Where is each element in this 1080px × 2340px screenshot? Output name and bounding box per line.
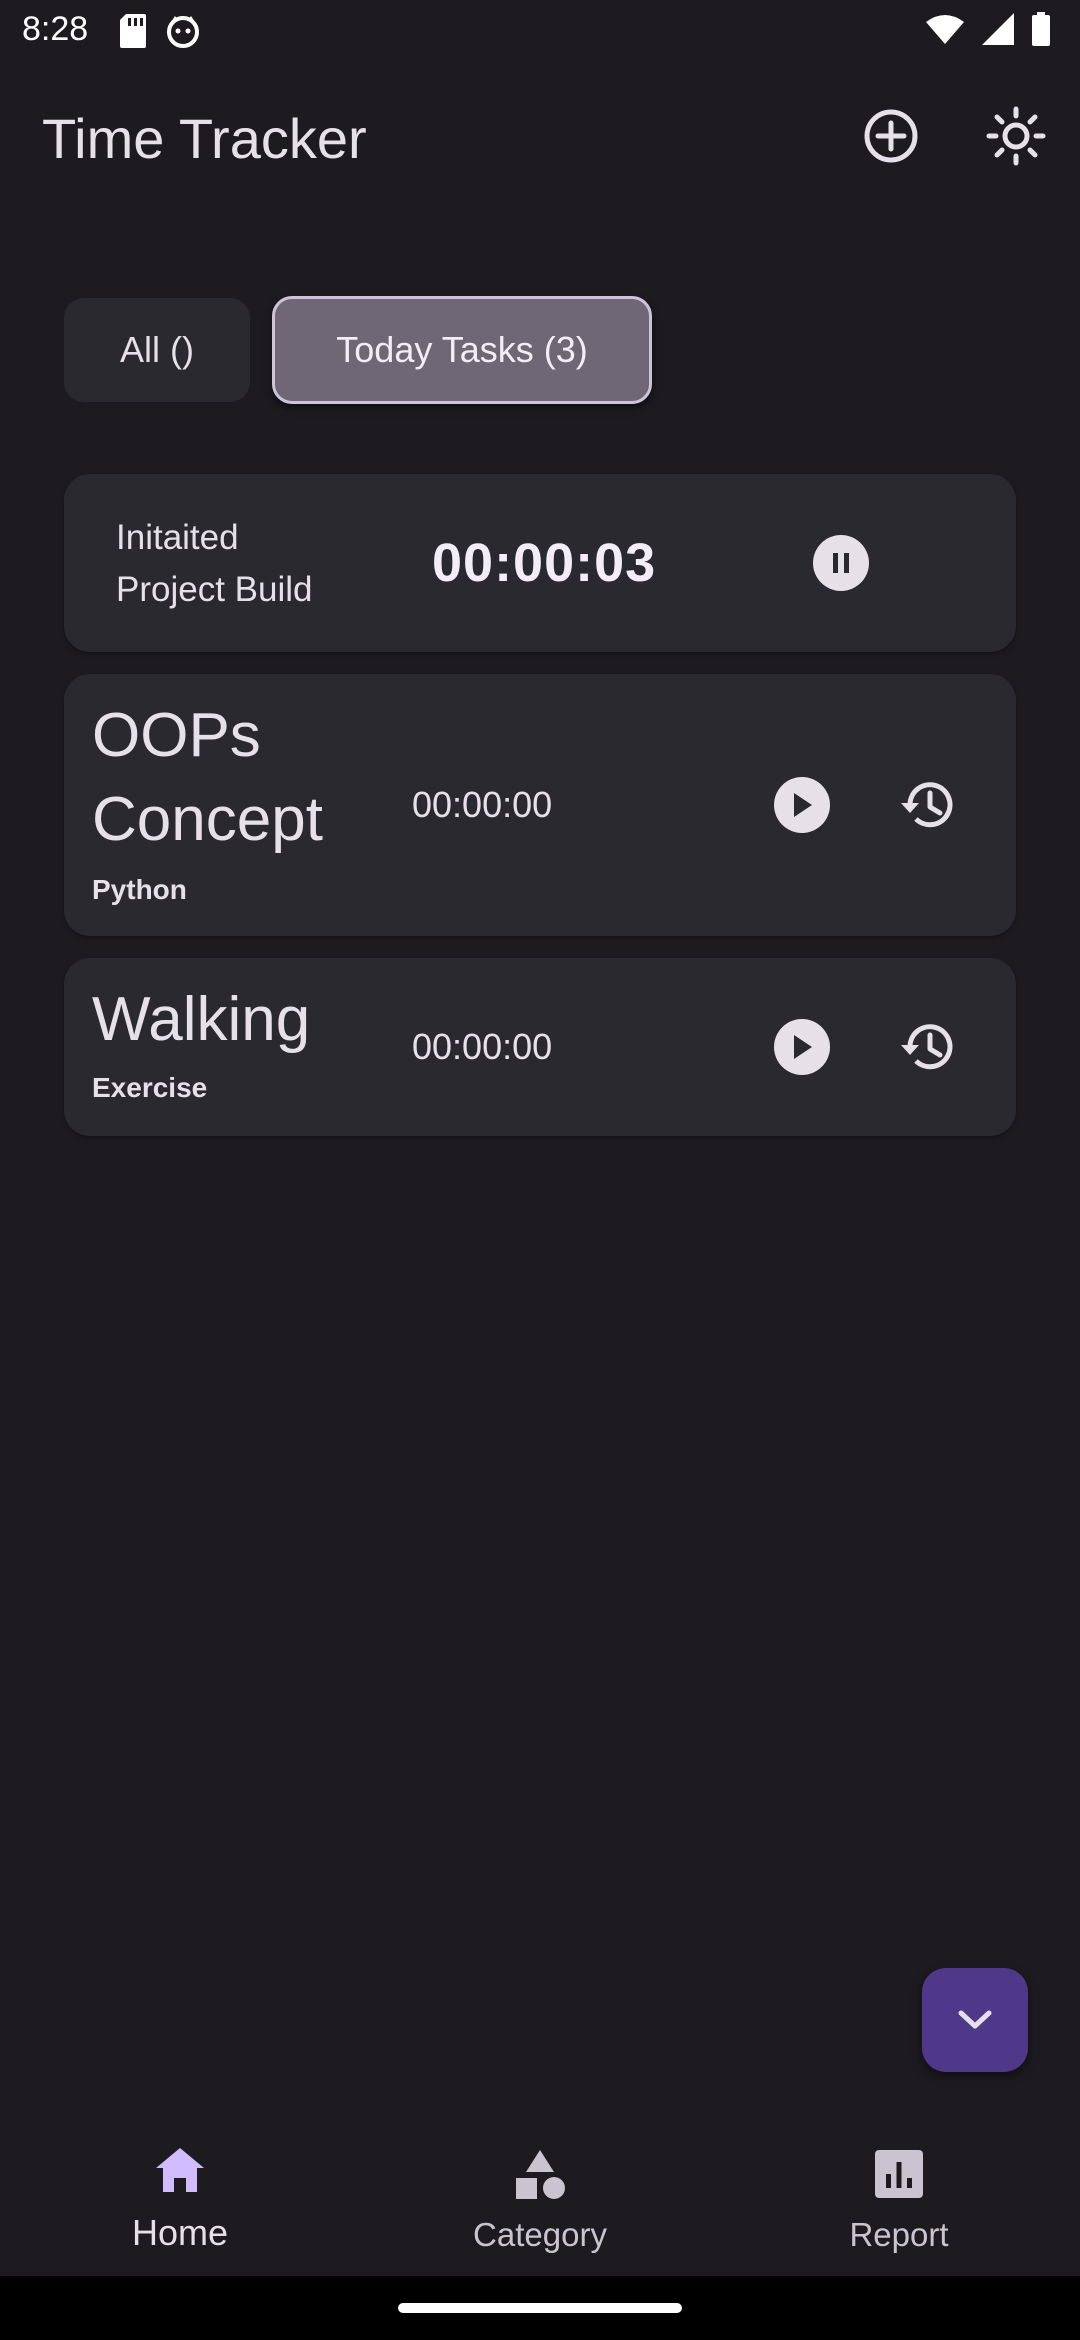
nav-label: Report bbox=[849, 2216, 949, 2253]
theme-toggle-button[interactable] bbox=[976, 96, 1056, 176]
brightness-icon bbox=[986, 106, 1046, 166]
status-bar: 8:28 bbox=[0, 0, 1080, 62]
filter-today-chip[interactable]: Today Tasks (3) bbox=[272, 296, 652, 404]
sd-card-icon bbox=[120, 14, 146, 48]
nav-label: Category bbox=[473, 2216, 607, 2253]
task-category: Python bbox=[92, 874, 187, 905]
bottom-nav: Home Category Report bbox=[0, 2112, 1080, 2276]
pause-icon bbox=[831, 551, 851, 575]
task-card[interactable]: OOPs Concept Python 00:00:00 bbox=[64, 674, 1016, 936]
history-icon bbox=[896, 773, 960, 837]
system-nav-bar bbox=[0, 2276, 1080, 2340]
home-icon bbox=[154, 2146, 206, 2194]
pause-button[interactable] bbox=[813, 535, 869, 591]
task-name: Walking bbox=[92, 985, 311, 1054]
play-button[interactable] bbox=[774, 777, 830, 833]
category-icon bbox=[513, 2148, 567, 2202]
play-button[interactable] bbox=[774, 1019, 830, 1075]
active-task-timer: 00:00:03 bbox=[432, 533, 657, 593]
signal-icon bbox=[982, 13, 1014, 45]
add-circle-icon bbox=[863, 108, 919, 164]
wifi-icon bbox=[926, 14, 964, 44]
task-name: OOPs Concept bbox=[92, 701, 323, 854]
home-indicator[interactable] bbox=[398, 2303, 682, 2313]
app-title: Time Tracker bbox=[42, 107, 367, 170]
active-task-name: Initaited Project Build bbox=[116, 518, 313, 609]
nav-label: Home bbox=[131, 2212, 229, 2253]
history-button[interactable] bbox=[896, 1015, 960, 1079]
nav-report[interactable]: Report bbox=[779, 2112, 1019, 2276]
collapse-fab[interactable] bbox=[922, 1968, 1028, 2072]
history-icon bbox=[896, 1015, 960, 1079]
task-category: Exercise bbox=[92, 1072, 208, 1103]
task-timer: 00:00:00 bbox=[412, 784, 553, 825]
nav-category[interactable]: Category bbox=[420, 2112, 660, 2276]
cat-icon bbox=[166, 14, 200, 48]
add-task-button[interactable] bbox=[851, 96, 931, 176]
history-button[interactable] bbox=[896, 773, 960, 837]
app-bar: Time Tracker bbox=[0, 62, 1080, 212]
nav-home[interactable]: Home bbox=[60, 2112, 300, 2276]
task-card[interactable]: Walking Exercise 00:00:00 bbox=[64, 958, 1016, 1136]
battery-icon bbox=[1032, 12, 1050, 46]
active-task-card: Initaited Project Build 00:00:03 bbox=[64, 474, 1016, 652]
report-icon bbox=[875, 2150, 923, 2198]
chevron-down-icon bbox=[955, 2008, 995, 2032]
play-icon bbox=[791, 1034, 813, 1060]
status-time: 8:28 bbox=[22, 10, 89, 48]
play-icon bbox=[791, 792, 813, 818]
filter-all-chip[interactable]: All () bbox=[64, 298, 250, 402]
task-timer: 00:00:00 bbox=[412, 1026, 553, 1067]
